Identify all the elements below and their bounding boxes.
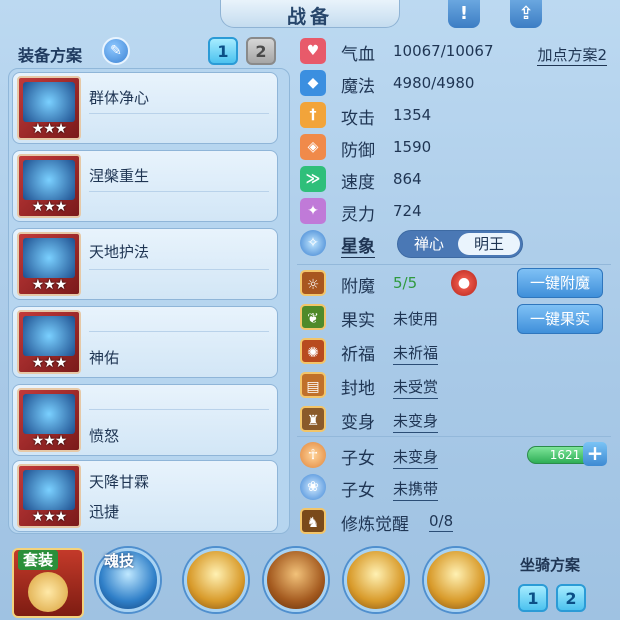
one-click-fruit-button[interactable]: 一键果实 xyxy=(517,304,603,334)
xingxiang-label[interactable]: 星象 xyxy=(341,232,375,258)
blessing-icon: ✺ xyxy=(300,338,326,364)
page-title: 战备 xyxy=(286,6,333,28)
equip-plan-1-button[interactable]: 1 xyxy=(208,37,238,65)
equip-slot-2[interactable]: ★★★ 涅槃重生 xyxy=(12,150,278,222)
cultivation-row: ♞ 修炼觉醒 0/8 xyxy=(295,506,615,536)
stat-row-atk: † 攻击 1354 xyxy=(295,100,615,130)
equip-slot-sub: 迅捷 xyxy=(89,503,120,521)
stat-row-def: ◈ 防御 1590 xyxy=(295,132,615,162)
edit-pen-icon[interactable]: ✎ xyxy=(102,37,130,65)
plus-icon[interactable]: + xyxy=(583,442,607,466)
stat-row-hp: ♥ 气血 10067/10067 加点方案2 xyxy=(295,36,615,66)
equip-slot-icon: ★★★ xyxy=(17,464,81,528)
share-icon[interactable]: ⇪ xyxy=(510,0,542,28)
equip-slot-4[interactable]: ★★★ 神佑 xyxy=(12,306,278,378)
sword-icon: † xyxy=(300,102,326,128)
child-icon: ☥ xyxy=(300,442,326,468)
equip-slot-icon: ★★★ xyxy=(17,76,81,140)
one-click-enchant-button[interactable]: 一键附魔 xyxy=(517,268,603,298)
equip-slot-sub: 神佑 xyxy=(89,349,120,367)
suit-label: 套装 xyxy=(18,550,58,570)
transform-icon: ♜ xyxy=(300,406,326,432)
toggle-option-chanxin[interactable]: 禅心 xyxy=(400,233,458,255)
equip-slot-sub: 愤怒 xyxy=(89,427,120,445)
heart-icon: ♥ xyxy=(300,38,326,64)
equip-slot-1[interactable]: ★★★ 群体净心 xyxy=(12,72,278,144)
skill-slot-4[interactable] xyxy=(424,548,488,612)
equip-plan-2-button[interactable]: 2 xyxy=(246,37,276,65)
info-icon[interactable]: ! xyxy=(448,0,480,28)
equip-slot-icon: ★★★ xyxy=(17,310,81,374)
toggle-option-mingwang[interactable]: 明王 xyxy=(458,233,520,255)
stat-row-spirit: ✦ 灵力 724 xyxy=(295,196,615,226)
blessing-row: ✺ 祈福 未祈福 xyxy=(295,336,615,366)
equip-slot-name: 天降甘霖 xyxy=(89,473,150,491)
mana-icon: ◆ xyxy=(300,70,326,96)
meditate-icon: ♞ xyxy=(300,508,326,534)
equip-slot-icon: ★★★ xyxy=(17,232,81,296)
paw-icon: ❀ xyxy=(300,474,326,500)
transform-row: ♜ 变身 未变身 xyxy=(295,404,615,434)
skill-slot-2[interactable] xyxy=(264,548,328,612)
skill-slot-1[interactable] xyxy=(184,548,248,612)
hand-icon xyxy=(28,572,68,612)
child-row-2: ❀ 子女 未携带 xyxy=(295,472,615,502)
spirit-icon: ✦ xyxy=(300,198,326,224)
equip-slot-5[interactable]: ★★★ 愤怒 xyxy=(12,384,278,456)
equip-slot-icon: ★★★ xyxy=(17,388,81,452)
enchant-icon: ☼ xyxy=(300,270,326,296)
stat-row-spd: ≫ 速度 864 xyxy=(295,164,615,194)
equip-plan-heading: 装备方案 xyxy=(18,46,83,65)
shield-icon: ◈ xyxy=(300,134,326,160)
xingxiang-toggle[interactable]: 禅心 明王 xyxy=(397,230,523,258)
soul-skill-label: 魂技 xyxy=(104,552,135,570)
record-icon[interactable]: ● xyxy=(451,270,477,296)
equip-slot-3[interactable]: ★★★ 天地护法 xyxy=(12,228,278,300)
equip-slot-name: 群体净心 xyxy=(89,89,150,107)
equip-slot-icon: ★★★ xyxy=(17,154,81,218)
equip-slot-6[interactable]: ★★★ 天降甘霖 迅捷 xyxy=(12,460,278,532)
mount-plan-heading: 坐骑方案 xyxy=(520,556,581,574)
title-bar: 战备 xyxy=(220,0,400,28)
stat-row-mp: ◆ 魔法 4980/4980 xyxy=(295,68,615,98)
mount-plan-2-button[interactable]: 2 xyxy=(556,584,586,612)
combat-prep-panel: 战备 ! ⇪ 装备方案 ✎ 1 2 ★★★ 群体净心 ★★★ 涅槃重生 ★★★ … xyxy=(0,0,620,620)
skill-slot-3[interactable] xyxy=(344,548,408,612)
fruit-icon: ❦ xyxy=(300,304,326,330)
mount-plan-1-button[interactable]: 1 xyxy=(518,584,548,612)
add-plan-link[interactable]: 加点方案2 xyxy=(537,44,607,66)
scroll-icon: ▤ xyxy=(300,372,326,398)
speed-icon: ≫ xyxy=(300,166,326,192)
equip-slot-name: 涅槃重生 xyxy=(89,167,150,185)
star-sign-icon: ✧ xyxy=(300,230,326,256)
fief-row: ▤ 封地 未受赏 xyxy=(295,370,615,400)
equip-slot-name: 天地护法 xyxy=(89,243,150,261)
bottom-bar: 套装 魂技 坐骑方案 1 2 xyxy=(0,538,620,620)
